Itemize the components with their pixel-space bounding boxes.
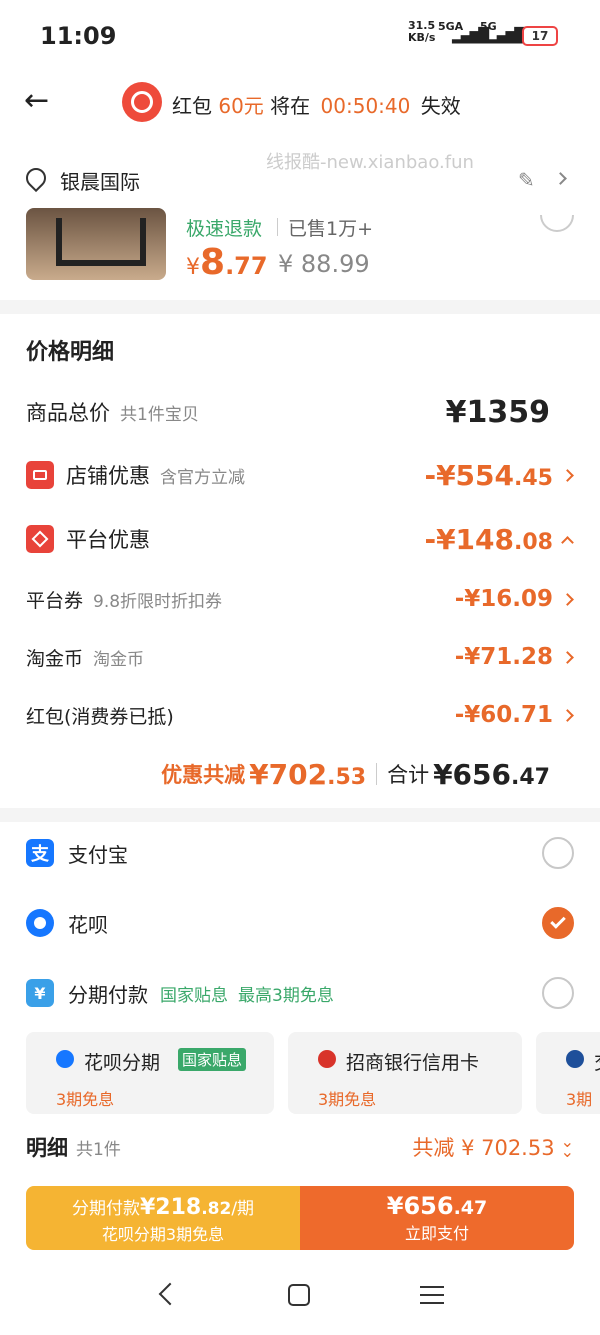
nav-home-icon[interactable] — [288, 1284, 310, 1306]
location-icon — [21, 163, 51, 193]
product-image — [26, 208, 166, 280]
price-detail-title: 价格明细 — [26, 340, 115, 365]
bank-icon — [566, 1050, 584, 1068]
pay-now-button[interactable]: ¥656.47 立即支付 — [300, 1186, 574, 1250]
coupon-row[interactable]: 平台券 9.8折限时折扣券 -¥16.09 — [26, 584, 574, 614]
nav-bar — [0, 1274, 600, 1334]
product-tag-sold: 已售1万+ — [288, 218, 374, 240]
coin-row[interactable]: 淘金币 淘金币 -¥71.28 — [26, 642, 574, 672]
cmb-bank-icon — [318, 1050, 336, 1068]
payment-card: 支 支付宝 花呗 ¥ 分期付款 国家贴息 最高3期免息 花呗分期 国家贴息 3期… — [0, 822, 600, 1114]
huabei-radio-checked[interactable] — [542, 907, 574, 939]
installment-icon: ¥ — [26, 979, 54, 1007]
total-price-row: 商品总价 共1件宝贝 ¥1359 — [26, 394, 550, 430]
platform-discount-row[interactable]: 平台优惠 -¥148.08 — [26, 522, 574, 556]
status-time: 11:09 — [40, 22, 117, 50]
card-title: 花呗分期 — [84, 1052, 161, 1074]
signal-icon-2: ▂▄▆█ — [488, 28, 525, 44]
product-tag-divider — [277, 218, 278, 236]
product-tag-refund: 极速退款 — [186, 218, 263, 240]
card-title: 交 — [594, 1048, 600, 1075]
chevron-double-down-icon: ⌄ ⌄ — [560, 1132, 574, 1161]
card-sub: 3期免息 — [318, 1090, 377, 1109]
installment-option[interactable]: ¥ 分期付款 国家贴息 最高3期免息 — [26, 976, 574, 1010]
tag-icon — [26, 525, 54, 553]
price-detail-card: 价格明细 商品总价 共1件宝贝 ¥1359 店铺优惠 含官方立减 -¥554.4… — [0, 314, 600, 808]
card-title: 招商银行信用卡 — [346, 1052, 480, 1074]
nav-menu-icon[interactable] — [420, 1286, 444, 1304]
redpack-row[interactable]: 红包(消费券已抵) -¥60.71 — [26, 700, 574, 730]
address-name[interactable]: 银晨国际 — [60, 166, 140, 195]
address-product-card: 银晨国际 线报酷-new.xianbao.fun ✎ 极速退款 已售1万+ ¥8… — [0, 142, 600, 300]
summary-divider — [376, 763, 378, 785]
alipay-radio[interactable] — [542, 837, 574, 869]
status-speed: 31.5 KB/s — [408, 19, 436, 44]
header-countdown-text: 红包 60元 将在 00:50:40 失效 — [172, 94, 461, 118]
status-bar: 11:09 31.5 KB/s 5GA ▂▄▆█ 5G ▂▄▆█ 17 — [0, 0, 600, 70]
shop-discount-row[interactable]: 店铺优惠 含官方立减 -¥554.45 — [26, 458, 574, 492]
card-sub: 3期 — [566, 1090, 593, 1109]
installment-radio[interactable] — [542, 977, 574, 1009]
nav-back-icon[interactable] — [158, 1282, 182, 1306]
detail-summary-row: 优惠共减 ¥702.53 合计 ¥656.47 — [161, 757, 550, 791]
summary-row[interactable]: 明细 共1件 共减 ¥ 702.53 ⌄ ⌄ — [26, 1130, 574, 1164]
card-badge: 国家贴息 — [178, 1048, 247, 1071]
chevron-right-icon — [561, 708, 574, 722]
alipay-option[interactable]: 支 支付宝 — [26, 836, 574, 870]
installment-card-third[interactable]: 交 3期 — [536, 1032, 600, 1114]
chevron-right-icon — [561, 650, 574, 664]
header: ← 红包 60元 将在 00:50:40 失效 — [0, 70, 600, 142]
product-original-price: ¥ 88.99 — [278, 250, 370, 278]
check-icon — [550, 913, 566, 929]
product-price: ¥8.77 — [186, 242, 268, 283]
chevron-right-icon — [561, 592, 574, 606]
watermark: 线报酷-new.xianbao.fun — [266, 152, 474, 173]
chevron-right-icon — [561, 468, 574, 482]
card-sub: 3期免息 — [56, 1090, 115, 1109]
huabei-icon — [26, 909, 54, 937]
clock-icon — [122, 82, 162, 122]
chevron-up-icon — [561, 535, 574, 549]
bottom-panel: 明细 共1件 共减 ¥ 702.53 ⌄ ⌄ 分期付款¥218.82/期 花呗分期… — [0, 1114, 600, 1335]
huabei-option[interactable]: 花呗 — [26, 906, 574, 940]
installment-pay-button[interactable]: 分期付款¥218.82/期 花呗分期3期免息 — [26, 1186, 300, 1250]
product-radio[interactable] — [540, 215, 574, 232]
edit-icon[interactable]: ✎ — [518, 168, 535, 192]
shop-icon — [26, 461, 54, 489]
back-icon[interactable]: ← — [24, 86, 49, 116]
installment-card-huabei[interactable]: 花呗分期 国家贴息 3期免息 — [26, 1032, 274, 1114]
battery-icon: 17 — [522, 26, 558, 46]
chevron-right-icon[interactable] — [554, 172, 567, 185]
huabei-installment-icon — [56, 1050, 74, 1068]
installment-card-cmb[interactable]: 招商银行信用卡 3期免息 — [288, 1032, 522, 1114]
alipay-icon: 支 — [26, 839, 54, 867]
